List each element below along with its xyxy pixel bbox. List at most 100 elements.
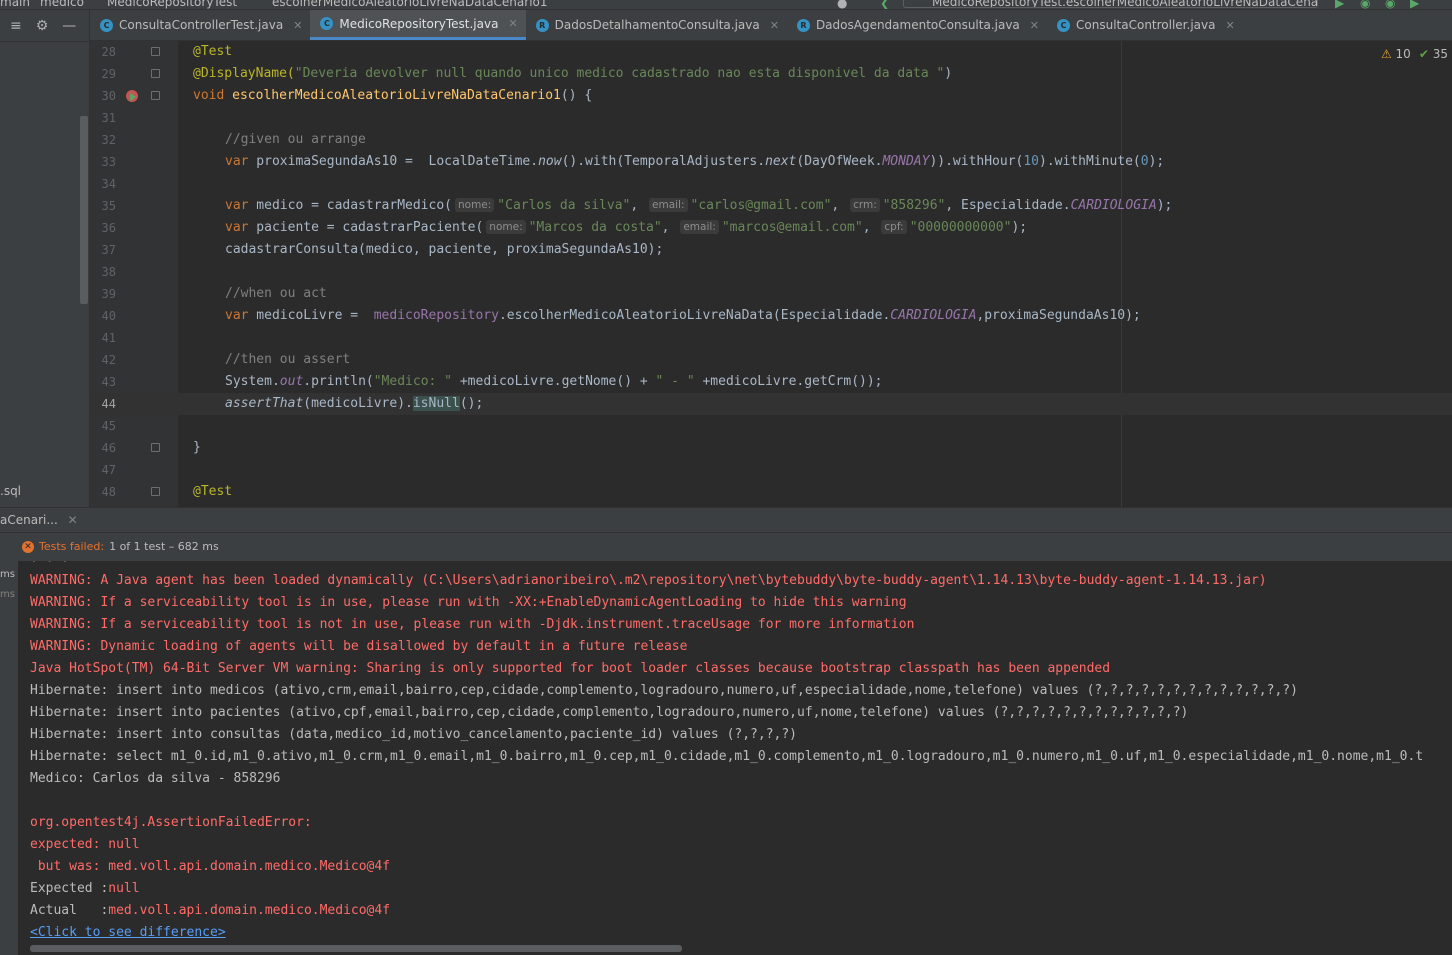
navigation-bar: main medico MedicoRepositoryTest escolhe… xyxy=(0,0,1452,10)
click-to-see-difference-link[interactable]: <Click to see difference> xyxy=(30,922,226,944)
code-line[interactable]: 32 //given ou arrange xyxy=(90,129,1452,151)
breadcrumb-test-class[interactable]: MedicoRepositoryTest xyxy=(107,0,237,9)
line-number: 31 xyxy=(101,111,116,125)
fold-icon[interactable] xyxy=(151,47,160,56)
tab-consulta-controller-test[interactable]: C ConsultaControllerTest.java ✕ xyxy=(90,10,310,40)
fold-icon[interactable] xyxy=(151,487,160,496)
user-icon[interactable]: ● xyxy=(837,0,849,9)
test-status-bar: ✕ Tests failed: 1 of 1 test – 682 ms xyxy=(0,533,1452,561)
tab-label: DadosDetalhamentoConsulta.java xyxy=(554,18,760,32)
console-line: WARNING: A Java agent has been loaded dy… xyxy=(30,573,1267,588)
close-icon[interactable]: ✕ xyxy=(770,19,779,32)
code-text: var paciente = cadastrarPaciente(nome: "M… xyxy=(225,220,1028,235)
breadcrumb-main[interactable]: main xyxy=(0,0,30,9)
console-output[interactable]: . . . WARNING: A Java agent has been loa… xyxy=(18,561,1452,955)
run-tool-window-header: aCenari... ✕ xyxy=(0,507,1452,533)
code-text: //given ou arrange xyxy=(225,132,366,147)
breadcrumb-medico[interactable]: medico xyxy=(40,0,84,9)
debug-icon[interactable]: ◉ xyxy=(1360,0,1372,9)
record-icon: R xyxy=(535,18,549,32)
code-line[interactable]: 45 xyxy=(90,415,1452,437)
code-line[interactable]: 29 @DisplayName("Deveria devolver null q… xyxy=(90,63,1452,85)
tab-dados-agendamento-consulta[interactable]: R DadosAgendamentoConsulta.java ✕ xyxy=(787,10,1047,40)
status-summary: 1 of 1 test – 682 ms xyxy=(109,540,219,553)
project-tree-item-sql[interactable]: .sql xyxy=(0,484,21,498)
test-failed-icon: ✕ xyxy=(22,540,34,553)
line-number: 41 xyxy=(101,331,116,345)
tab-dados-detalhamento-consulta[interactable]: R DadosDetalhamentoConsulta.java ✕ xyxy=(526,10,787,40)
code-line[interactable]: 38 xyxy=(90,261,1452,283)
code-line[interactable]: 40 var medicoLivre = medicoRepository.es… xyxy=(90,305,1452,327)
code-text: System.out.println("Medico: " +medicoLiv… xyxy=(225,374,883,389)
line-number: 34 xyxy=(101,177,116,191)
line-number: 36 xyxy=(101,221,116,235)
run-configuration-select[interactable]: MedicoRepositoryTest.escolherMedicoAleat… xyxy=(903,0,1318,8)
code-text: //when ou act xyxy=(225,286,327,301)
gear-icon[interactable]: ⚙ xyxy=(36,19,49,33)
code-line[interactable]: 34 xyxy=(90,173,1452,195)
code-editor[interactable]: 28 @Test 29 @DisplayName("Deveria devolv… xyxy=(90,41,1452,507)
ok-indicator[interactable]: ✔ 35 xyxy=(1419,47,1448,61)
code-line[interactable]: 47 xyxy=(90,459,1452,481)
code-line[interactable]: 31 xyxy=(90,107,1452,129)
fold-icon[interactable] xyxy=(151,69,160,78)
code-line[interactable]: 37 cadastrarConsulta(medico, paciente, p… xyxy=(90,239,1452,261)
code-text: var medicoLivre = medicoRepository.escol… xyxy=(225,308,1141,323)
console-line: WARNING: If a serviceability tool is in … xyxy=(30,595,907,610)
line-number: 42 xyxy=(101,353,116,367)
run-tab[interactable]: aCenari... ✕ xyxy=(0,513,78,527)
line-number: 45 xyxy=(101,419,116,433)
back-arrow-icon[interactable]: ❮ xyxy=(880,0,892,9)
line-number: 38 xyxy=(101,265,116,279)
code-line[interactable]: 30 void escolherMedicoAleatorioLivreNaDa… xyxy=(90,85,1452,107)
console-line: WARNING: Dynamic loading of agents will … xyxy=(30,639,688,654)
code-text: @Test xyxy=(193,484,233,499)
warning-icon: ⚠ xyxy=(1380,47,1392,61)
line-number: 46 xyxy=(101,441,116,455)
close-icon[interactable]: ✕ xyxy=(68,513,78,527)
hide-icon[interactable]: — xyxy=(62,19,76,33)
test-tree-strip[interactable]: ms ms xyxy=(0,561,18,955)
coverage-icon[interactable]: ◉ xyxy=(1385,0,1397,9)
parameter-hint: nome: xyxy=(486,220,526,234)
close-icon[interactable]: ✕ xyxy=(1225,19,1234,32)
profile-icon[interactable]: ▶ xyxy=(1410,0,1422,9)
code-line[interactable]: 48 @Test xyxy=(90,481,1452,503)
code-line[interactable]: 43 System.out.println("Medico: " +medico… xyxy=(90,371,1452,393)
close-icon[interactable]: ✕ xyxy=(1030,19,1039,32)
run-icon[interactable]: ▶ xyxy=(1335,0,1347,9)
code-line-current[interactable]: 44 assertThat(medicoLivre).isNull(); xyxy=(90,393,1452,415)
code-line[interactable]: 46 } xyxy=(90,437,1452,459)
test-duration: ms xyxy=(0,589,15,600)
console-line: Medico: Carlos da silva - 858296 xyxy=(30,771,281,786)
line-number: 44 xyxy=(101,397,116,411)
inspection-widget[interactable]: ⚠ 10 ✔ 35 xyxy=(1381,47,1448,61)
close-icon[interactable]: ✕ xyxy=(508,17,517,30)
tab-consulta-controller[interactable]: C ConsultaController.java ✕ xyxy=(1047,10,1243,40)
fold-icon[interactable] xyxy=(151,443,160,452)
code-text: @DisplayName("Deveria devolver null quan… xyxy=(193,66,953,81)
test-status: ✕ Tests failed: 1 of 1 test – 682 ms xyxy=(22,540,219,553)
code-line[interactable]: 36 var paciente = cadastrarPaciente(nome… xyxy=(90,217,1452,239)
collapse-all-icon[interactable]: ≡ xyxy=(10,19,22,33)
line-number: 30 xyxy=(101,89,116,103)
line-number: 43 xyxy=(101,375,116,389)
fold-icon[interactable] xyxy=(151,91,160,100)
code-line[interactable]: 41 xyxy=(90,327,1452,349)
code-line[interactable]: 33 var proximaSegundaAs10 = LocalDateTim… xyxy=(90,151,1452,173)
console-horizontal-scrollbar[interactable] xyxy=(30,945,682,952)
warning-indicator[interactable]: ⚠ 10 xyxy=(1381,47,1411,61)
close-icon[interactable]: ✕ xyxy=(293,19,302,32)
run-test-icon[interactable] xyxy=(126,90,138,102)
line-number: 37 xyxy=(101,243,116,257)
tab-medico-repository-test[interactable]: C MedicoRepositoryTest.java ✕ xyxy=(310,10,526,40)
code-line[interactable]: 28 @Test xyxy=(90,41,1452,63)
code-line[interactable]: 35 var medico = cadastrarMedico(nome: "Ca… xyxy=(90,195,1452,217)
code-line[interactable]: 42 //then ou assert xyxy=(90,349,1452,371)
code-text: var medico = cadastrarMedico(nome: "Carlo… xyxy=(225,198,1173,213)
project-scrollbar[interactable] xyxy=(80,116,88,304)
actual-line: Actual :med.voll.api.domain.medico.Medic… xyxy=(30,903,391,918)
code-line[interactable]: 39 //when ou act xyxy=(90,283,1452,305)
breadcrumb-test-method[interactable]: escolherMedicoAleatorioLivreNaDataCenari… xyxy=(272,0,548,9)
line-number: 35 xyxy=(101,199,116,213)
